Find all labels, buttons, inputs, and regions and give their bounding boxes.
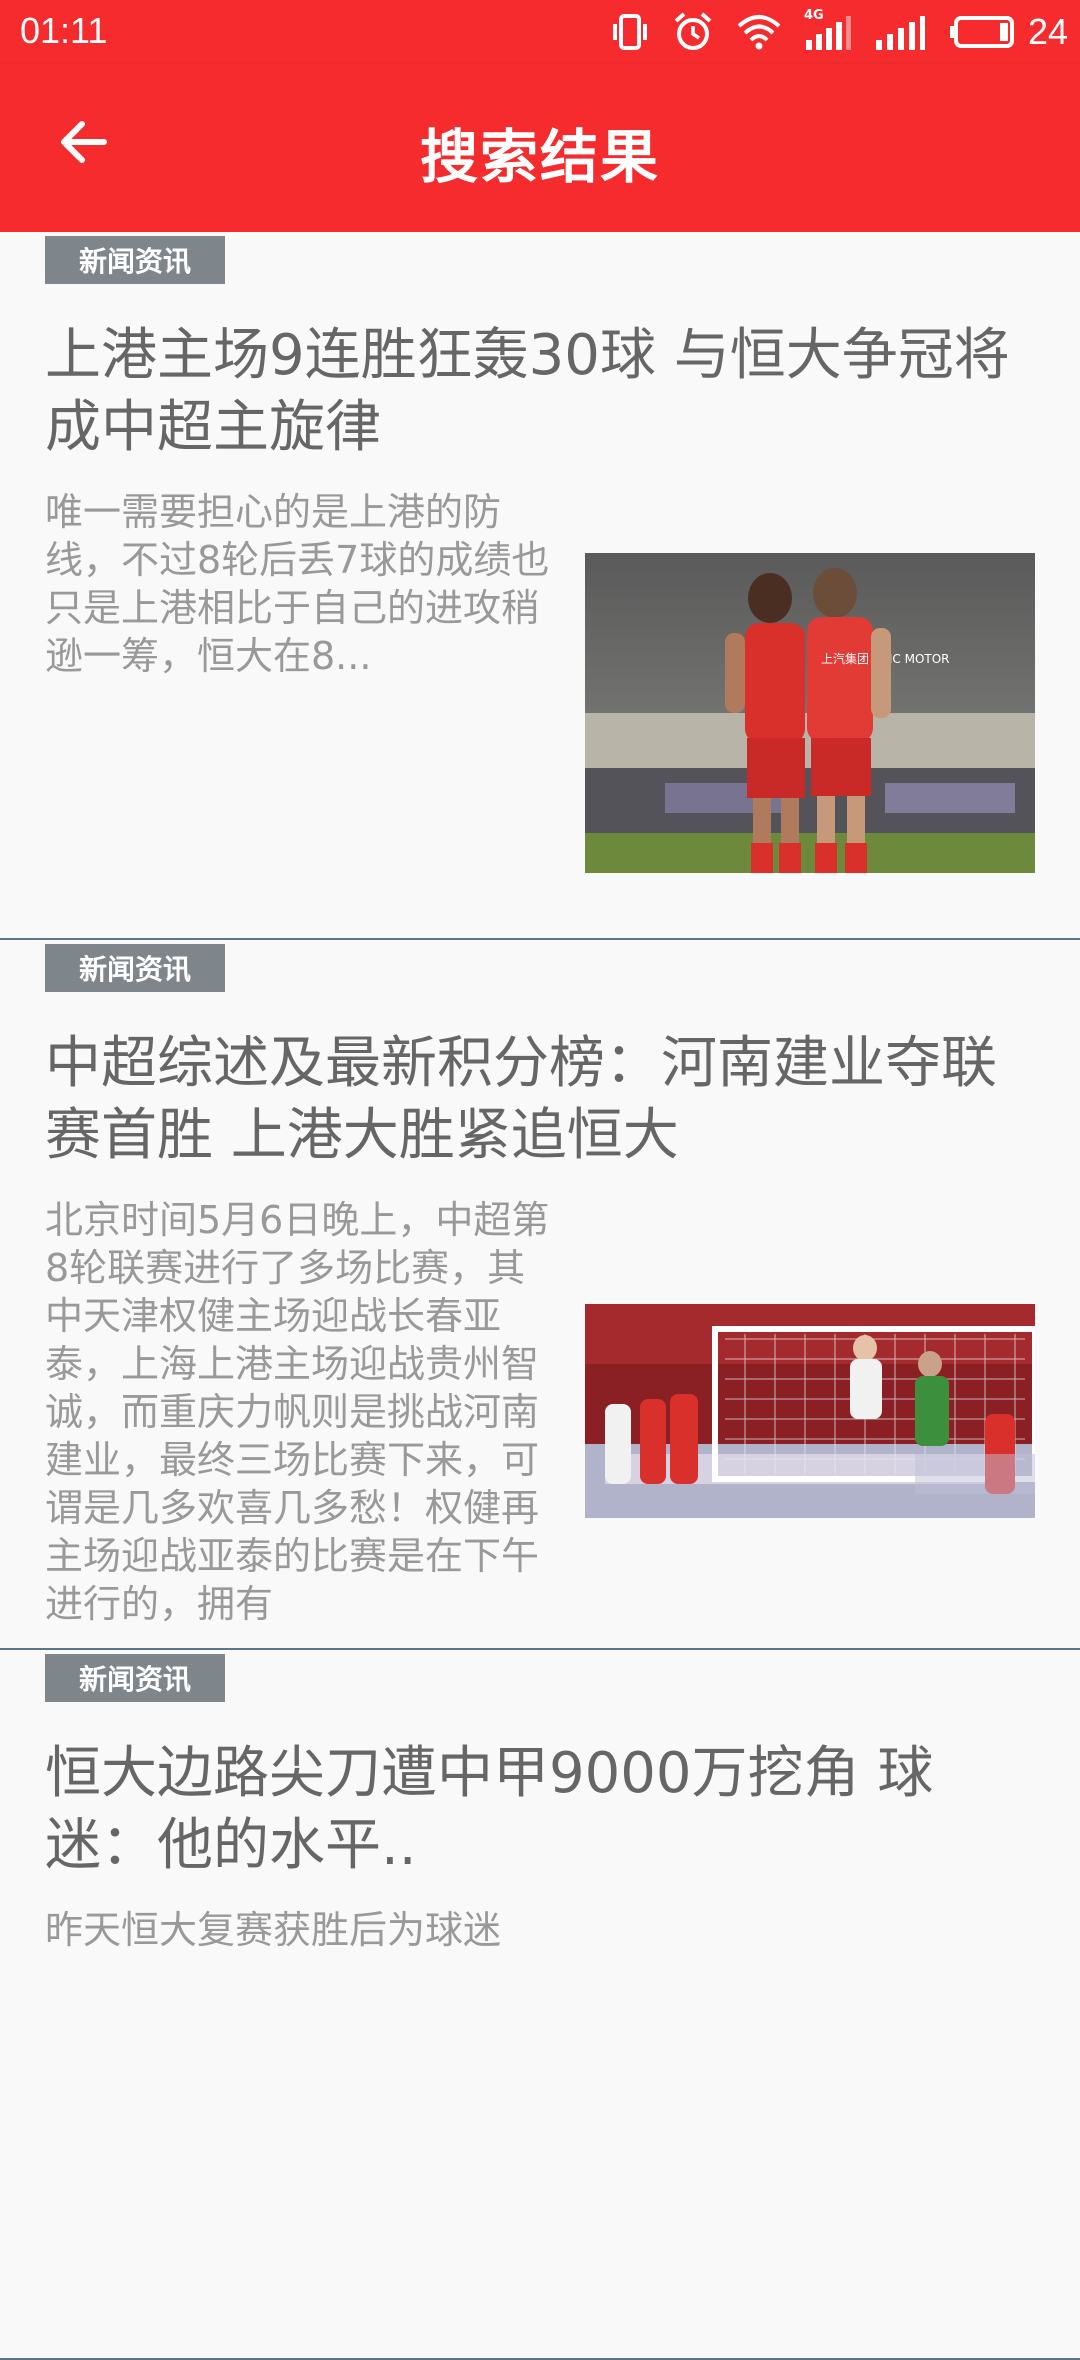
news-card[interactable]: 新闻资讯 恒大边路尖刀遭中甲9000万挖角 球迷：他的水平.. 昨天恒大复赛获胜… <box>0 1650 1080 2360</box>
status-bar: 01:11 4G 24 <box>0 0 1080 64</box>
news-card[interactable]: 新闻资讯 上港主场9连胜狂轰30球 与恒大争冠将成中超主旋律 唯一需要担心的是上… <box>0 232 1080 940</box>
news-thumbnail[interactable]: 上汽集团 SAIC MOTOR <box>585 553 1035 873</box>
news-summary: 北京时间5月6日晚上，中超第8轮联赛进行了多场比赛，其中天津权健主场迎战长春亚泰… <box>45 1198 550 1626</box>
news-title: 恒大边路尖刀遭中甲9000万挖角 球迷：他的水平.. <box>45 1741 934 1878</box>
status-icons: 4G 24 <box>610 8 1068 56</box>
search-results-list[interactable]: 新闻资讯 上港主场9连胜狂轰30球 与恒大争冠将成中超主旋律 唯一需要担心的是上… <box>0 232 1080 2360</box>
battery-icon <box>948 12 1018 52</box>
news-summary: 昨天恒大复赛获胜后为球迷 <box>45 1908 502 1952</box>
goalkeeper-save-photo <box>585 1304 1035 1518</box>
status-time: 01:11 <box>20 10 108 51</box>
app-bar: 搜索结果 <box>0 64 1080 232</box>
battery-level: 24 <box>1027 11 1068 52</box>
category-tag: 新闻资讯 <box>45 1654 225 1702</box>
news-title: 上港主场9连胜狂轰30球 与恒大争冠将成中超主旋律 <box>45 323 1010 460</box>
signal-4g-icon: 4G <box>804 8 852 52</box>
signal-icon <box>874 12 926 52</box>
wifi-icon <box>736 12 782 52</box>
vibrate-icon <box>610 12 650 52</box>
soccer-players-photo: 上汽集团 SAIC MOTOR <box>585 553 1035 873</box>
news-card[interactable]: 新闻资讯 中超综述及最新积分榜：河南建业夺联赛首胜 上港大胜紧追恒大 北京时间5… <box>0 940 1080 1650</box>
news-summary: 唯一需要担心的是上港的防线，不过8轮后丢7球的成绩也只是上港相比于自己的进攻稍逊… <box>45 490 550 678</box>
network-type-label: 4G <box>803 8 824 23</box>
news-title: 中超综述及最新积分榜：河南建业夺联赛首胜 上港大胜紧追恒大 <box>45 1031 997 1168</box>
news-thumbnail[interactable] <box>585 1304 1035 1518</box>
category-tag: 新闻资讯 <box>45 236 225 284</box>
page-title: 搜索结果 <box>419 123 660 191</box>
alarm-icon <box>672 11 714 53</box>
category-tag: 新闻资讯 <box>45 944 225 992</box>
